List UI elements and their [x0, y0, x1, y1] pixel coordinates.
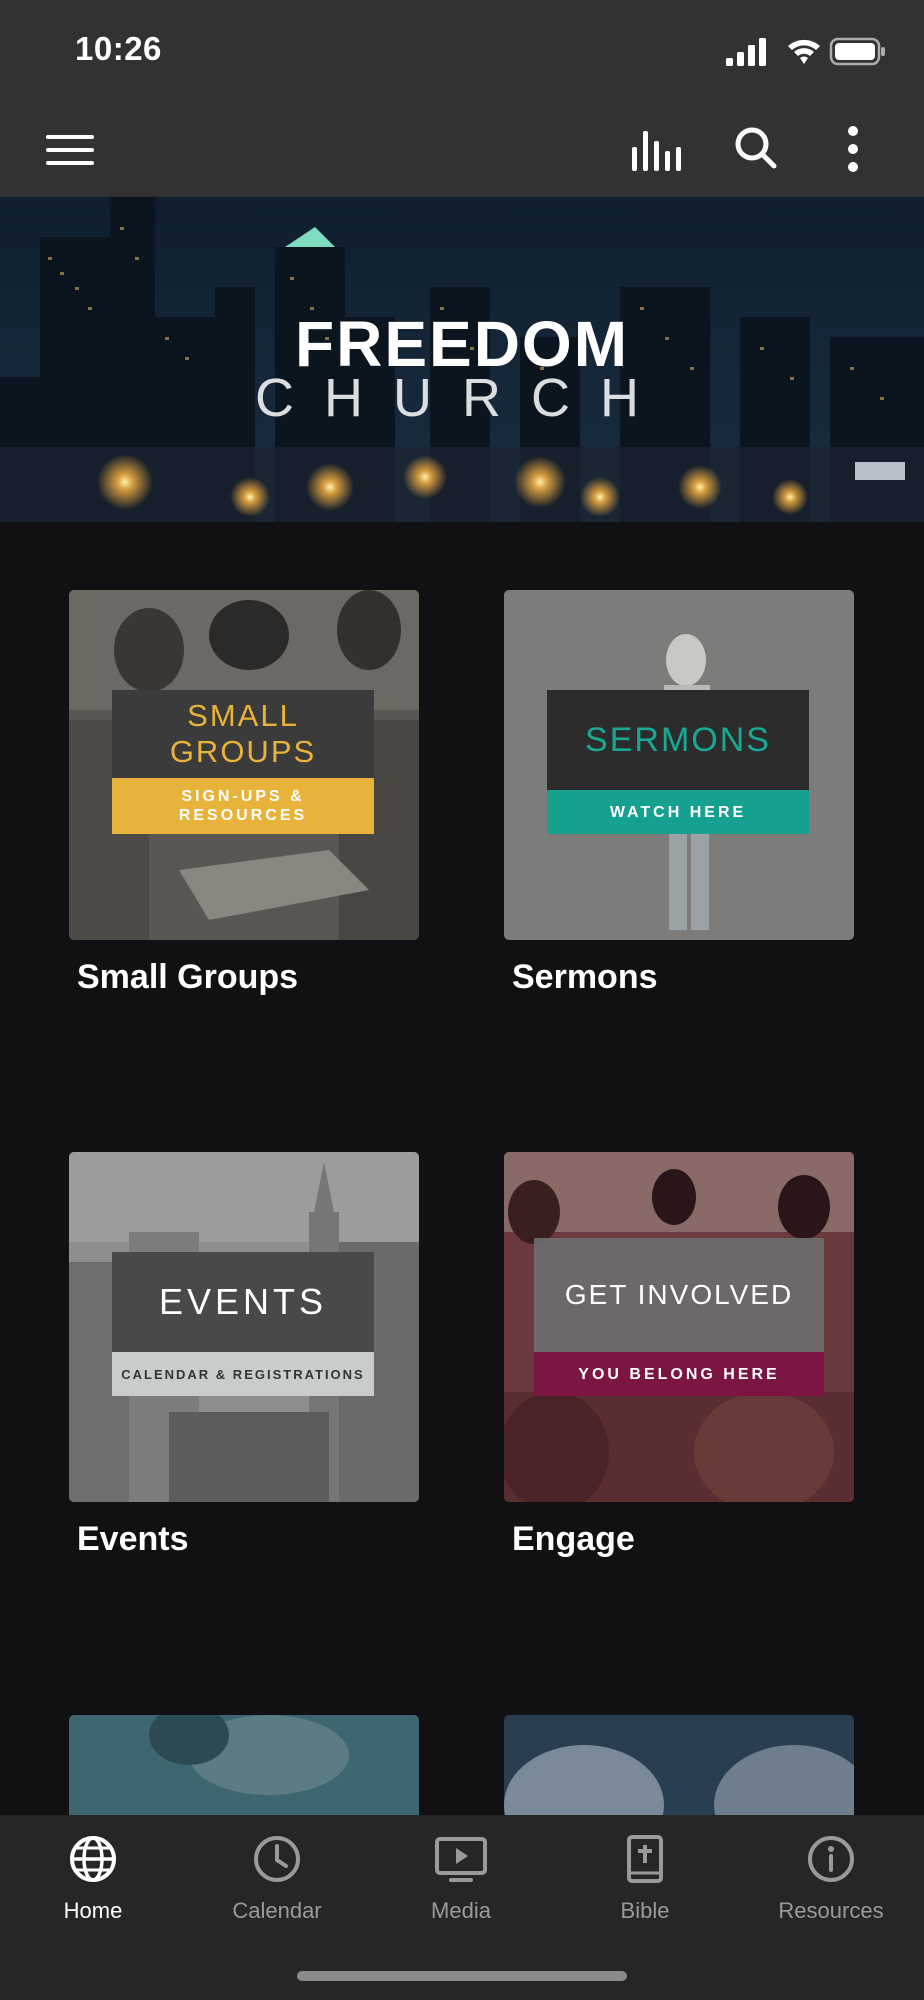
- status-bar: 10:26: [0, 0, 924, 105]
- engage-image[interactable]: GET INVOLVED YOU BELONG HERE: [504, 1152, 854, 1502]
- nav-resources[interactable]: Resources: [751, 1833, 911, 1924]
- battery-icon: [829, 37, 885, 66]
- sermons-image[interactable]: SERMONS WATCH HERE: [504, 590, 854, 940]
- card-small-groups[interactable]: SMALL GROUPS SIGN-UPS & RESOURCES Small …: [69, 590, 419, 996]
- small-groups-banner-subtitle-box: SIGN-UPS & RESOURCES: [112, 778, 374, 834]
- bible-icon: [627, 1835, 663, 1883]
- card-title[interactable]: Engage: [512, 1520, 635, 1559]
- nav-calendar[interactable]: Calendar: [197, 1833, 357, 1924]
- app-bar: [0, 105, 924, 197]
- hamburger-menu-icon[interactable]: [44, 130, 96, 170]
- equalizer-icon[interactable]: [630, 127, 682, 173]
- card-partial-left-image[interactable]: [69, 1715, 419, 1815]
- clock-icon: [254, 1836, 300, 1882]
- globe-icon: [70, 1836, 116, 1882]
- events-image[interactable]: EVENTS CALENDAR & REGISTRATIONS: [69, 1152, 419, 1502]
- hero-banner: FREEDOM CHURCH: [0, 197, 924, 522]
- small-groups-banner-heading-box: SMALL GROUPS: [112, 690, 374, 778]
- nav-home-label: Home: [63, 1898, 123, 1923]
- cellular-signal-icon: [726, 38, 766, 66]
- card-title[interactable]: Events: [77, 1520, 189, 1559]
- more-vertical-icon[interactable]: [843, 123, 863, 175]
- nav-calendar-label: Calendar: [232, 1898, 322, 1923]
- play-screen-icon: [435, 1837, 487, 1882]
- status-time: 10:26: [75, 30, 162, 67]
- nav-home[interactable]: Home: [13, 1833, 173, 1924]
- sermons-banner-subtitle-box: WATCH HERE: [547, 790, 809, 834]
- sermons-banner-heading-box: SERMONS: [547, 690, 809, 790]
- engage-banner-heading: GET INVOLVED: [564, 1279, 794, 1310]
- info-icon: [808, 1836, 854, 1882]
- card-title[interactable]: Small Groups: [77, 958, 298, 997]
- sermons-banner-subtitle: WATCH HERE: [609, 803, 747, 821]
- engage-banner-subtitle-box: YOU BELONG HERE: [534, 1352, 824, 1396]
- engage-banner-heading-box: GET INVOLVED: [534, 1238, 824, 1352]
- card-sermons[interactable]: SERMONS WATCH HERE Sermons: [504, 590, 854, 996]
- status-icons: [718, 36, 888, 68]
- home-indicator[interactable]: [297, 1971, 627, 1981]
- card-engage[interactable]: GET INVOLVED YOU BELONG HERE Engage: [504, 1152, 854, 1558]
- logo-church: CHURCH: [255, 368, 669, 428]
- small-groups-banner-heading: SMALL GROUPS: [169, 698, 317, 769]
- nav-media[interactable]: Media: [381, 1833, 541, 1924]
- small-groups-banner-subtitle: SIGN-UPS & RESOURCES: [178, 788, 308, 824]
- nav-resources-label: Resources: [778, 1898, 884, 1923]
- wifi-icon: [788, 39, 820, 64]
- nav-bible-label: Bible: [620, 1898, 670, 1923]
- events-banner-subtitle: CALENDAR & REGISTRATIONS: [121, 1366, 365, 1382]
- events-banner-subtitle-box: CALENDAR & REGISTRATIONS: [112, 1352, 374, 1396]
- small-groups-image[interactable]: SMALL GROUPS SIGN-UPS & RESOURCES: [69, 590, 419, 940]
- card-partial-right-image[interactable]: [504, 1715, 854, 1815]
- events-banner-heading-box: EVENTS: [112, 1252, 374, 1352]
- nav-media-label: Media: [431, 1898, 491, 1923]
- nav-bible[interactable]: Bible: [565, 1833, 725, 1924]
- sermons-banner-heading: SERMONS: [585, 720, 771, 759]
- search-icon[interactable]: [733, 125, 779, 171]
- card-title[interactable]: Sermons: [512, 958, 658, 997]
- events-banner-heading: EVENTS: [158, 1281, 328, 1322]
- engage-banner-subtitle: YOU BELONG HERE: [578, 1365, 780, 1383]
- card-events[interactable]: EVENTS CALENDAR & REGISTRATIONS Events: [69, 1152, 419, 1558]
